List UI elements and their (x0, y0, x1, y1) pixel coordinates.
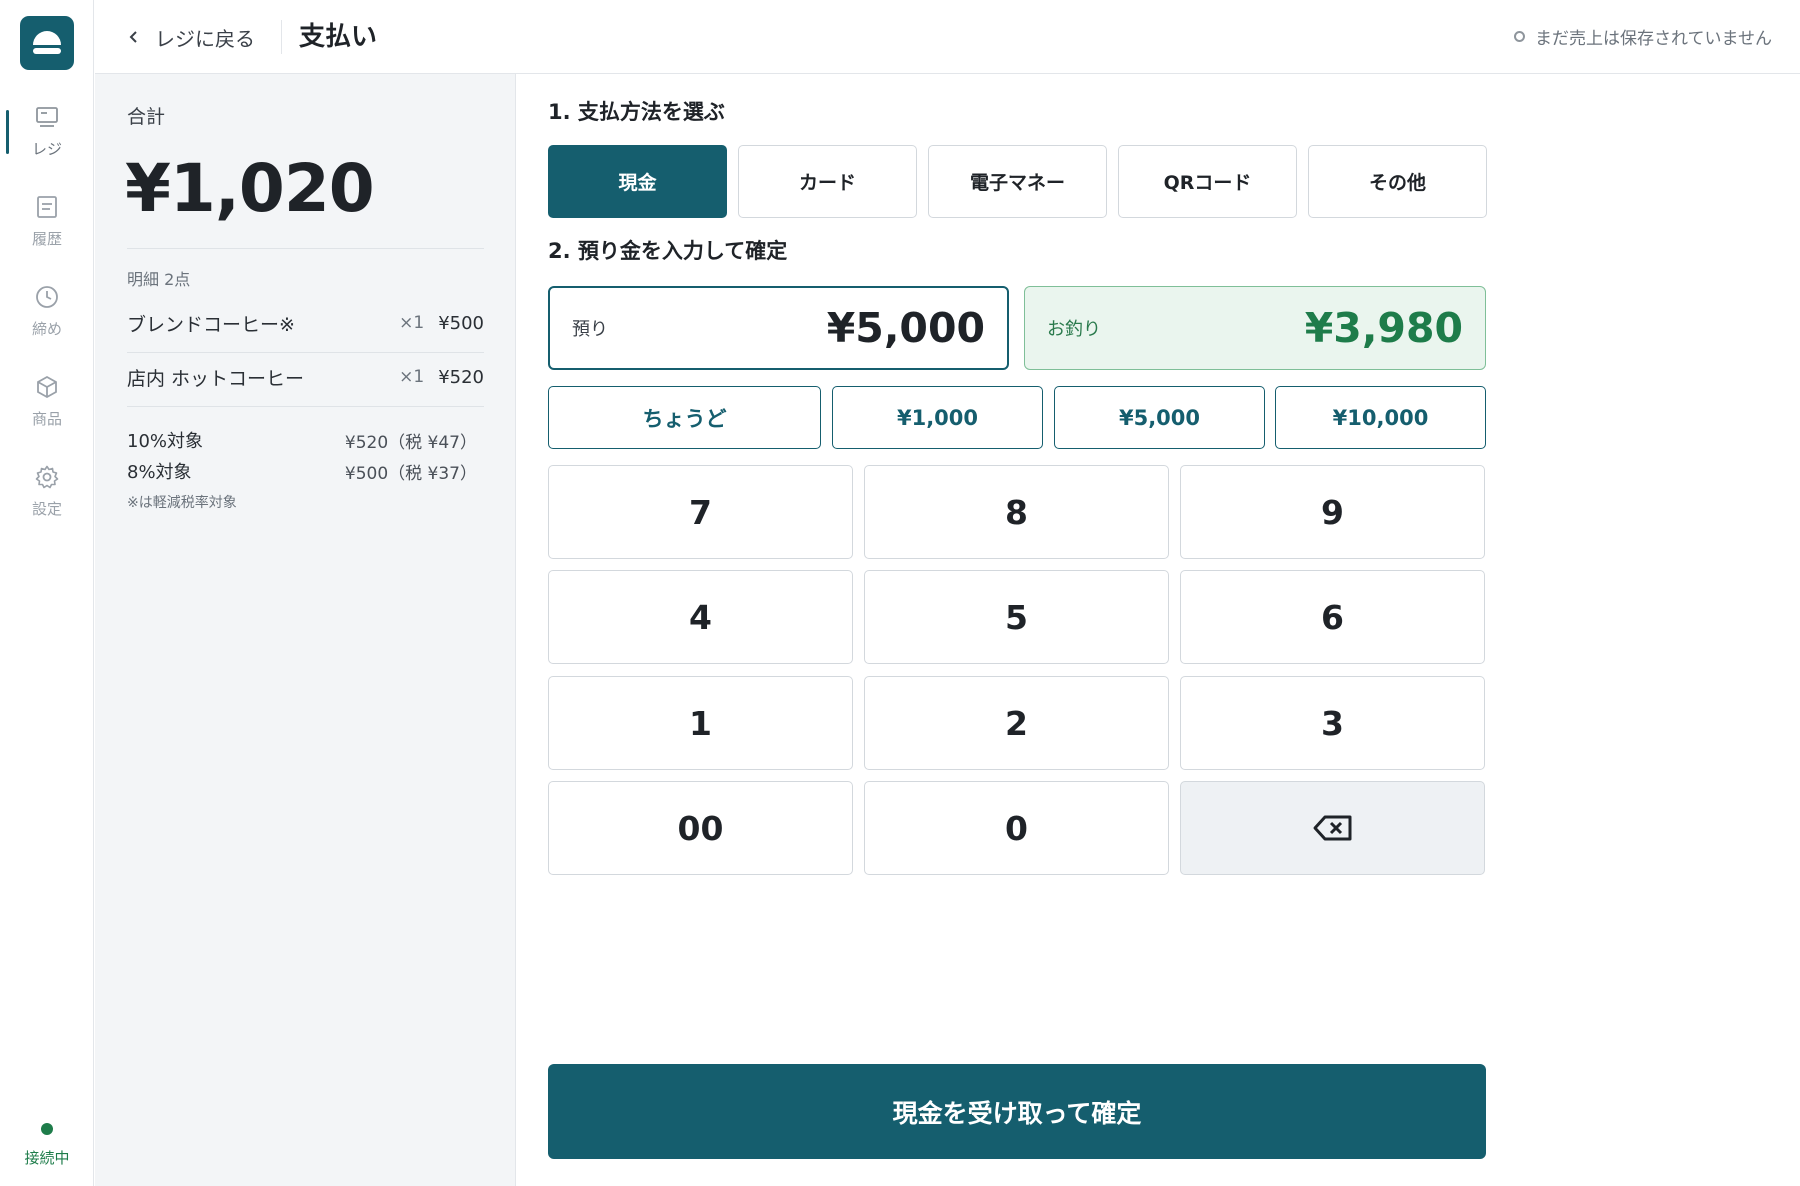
tendered-label: 預り (572, 319, 608, 340)
connection-status-label: 接続中 (24, 1149, 70, 1167)
line-item-qty: ×1 (399, 367, 425, 387)
sidebar-item-settings[interactable]: 設定 (0, 464, 94, 538)
step1-title: 1. 支払方法を選ぶ (548, 100, 725, 124)
total-label: 合計 (127, 106, 166, 128)
method-card-button[interactable]: カード (738, 145, 917, 218)
save-status-text: まだ売上は保存されていません (1535, 29, 1772, 49)
keypad-7-button[interactable]: 7 (548, 465, 853, 559)
header-divider (281, 20, 282, 54)
sidebar-item-register[interactable]: レジ (0, 104, 94, 178)
sidebar-item-label: 履歴 (31, 230, 62, 248)
line-item: ブレンドコーヒー※ ×1 ¥500 (127, 308, 484, 338)
change-display: お釣り ¥3,980 (1024, 286, 1486, 370)
keypad-5-button[interactable]: 5 (864, 570, 1169, 664)
backspace-button[interactable] (1180, 781, 1485, 875)
header: レジに戻る 支払い まだ売上は保存されていません (95, 0, 1800, 74)
line-item: 店内 ホットコーヒー ×1 ¥520 (127, 362, 484, 392)
clock-icon (36, 286, 58, 308)
method-emoney-button[interactable]: 電子マネー (928, 145, 1107, 218)
change-value: ¥3,980 (1304, 304, 1463, 352)
method-cash-button[interactable]: 現金 (548, 145, 727, 218)
keypad-6-button[interactable]: 6 (1180, 570, 1485, 664)
tax-value: ¥500（税 ¥37） (344, 463, 477, 484)
keypad-2-button[interactable]: 2 (864, 676, 1169, 770)
line-item-price: ¥500 (438, 312, 484, 334)
exact-amount-button[interactable]: ちょうど (548, 386, 821, 449)
sidebar-item-label: 締め (31, 320, 62, 338)
confirm-cash-button[interactable]: 現金を受け取って確定 (548, 1064, 1486, 1159)
keypad-3-button[interactable]: 3 (1180, 676, 1485, 770)
line-item-name: 店内 ホットコーヒー (127, 367, 305, 390)
gear-icon (35, 465, 59, 489)
sidebar: レジ 履歴 締め 商品 設定 接続中 (0, 0, 94, 1186)
divider (127, 352, 484, 353)
divider (127, 248, 484, 249)
sidebar-item-products[interactable]: 商品 (0, 374, 94, 448)
keypad-8-button[interactable]: 8 (864, 465, 1169, 559)
history-icon (37, 196, 57, 218)
keypad-0-button[interactable]: 0 (864, 781, 1169, 875)
back-to-register-link[interactable]: レジに戻る (125, 18, 255, 56)
line-item-qty: ×1 (399, 313, 425, 333)
divider (127, 406, 484, 407)
tax-value: ¥520（税 ¥47） (344, 432, 477, 453)
save-status: まだ売上は保存されていません (1514, 24, 1772, 49)
quick-5000-button[interactable]: ¥5,000 (1054, 386, 1265, 449)
method-other-button[interactable]: その他 (1308, 145, 1487, 218)
tax-row-10: 10%対象 ¥520（税 ¥47） (127, 426, 477, 454)
keypad-4-button[interactable]: 4 (548, 570, 853, 664)
sidebar-item-label: レジ (31, 140, 62, 158)
change-label: お釣り (1047, 319, 1101, 340)
sidebar-item-closing[interactable]: 締め (0, 284, 94, 358)
keypad-9-button[interactable]: 9 (1180, 465, 1485, 559)
register-icon (36, 107, 58, 127)
order-summary-panel: 合計 ¥1,020 明細 2点 ブレンドコーヒー※ ×1 ¥500 店内 ホット… (95, 74, 516, 1186)
back-label: レジに戻る (155, 26, 255, 51)
line-item-price: ¥520 (438, 366, 484, 388)
tax-row-8: 8%対象 ¥500（税 ¥37） (127, 457, 477, 485)
keypad-1-button[interactable]: 1 (548, 676, 853, 770)
items-header: 明細 2点 (127, 270, 191, 289)
tendered-amount-field[interactable]: 預り ¥5,000 (548, 286, 1009, 370)
keypad-00-button[interactable]: 00 (548, 781, 853, 875)
sidebar-item-label: 設定 (31, 500, 62, 518)
connection-status-dot (41, 1123, 53, 1135)
quick-1000-button[interactable]: ¥1,000 (832, 386, 1043, 449)
total-amount: ¥1,020 (125, 150, 375, 227)
line-item-name: ブレンドコーヒー※ (127, 313, 295, 336)
chevron-left-icon (129, 31, 137, 43)
page-title: 支払い (299, 22, 378, 52)
tax-label: 10%対象 (127, 431, 204, 452)
register-logo-icon[interactable] (20, 16, 74, 70)
reduced-tax-note: ※は軽減税率対象 (127, 495, 237, 511)
tax-label: 8%対象 (127, 462, 192, 483)
quick-10000-button[interactable]: ¥10,000 (1275, 386, 1486, 449)
sidebar-item-history[interactable]: 履歴 (0, 194, 94, 268)
method-qr-button[interactable]: QRコード (1118, 145, 1297, 218)
tendered-value: ¥5,000 (826, 304, 985, 352)
status-ring-icon (1514, 31, 1526, 42)
sidebar-item-label: 商品 (31, 410, 62, 428)
box-icon (37, 375, 57, 399)
step2-title: 2. 預り金を入力して確定 (548, 239, 788, 263)
backspace-icon (1313, 815, 1351, 841)
